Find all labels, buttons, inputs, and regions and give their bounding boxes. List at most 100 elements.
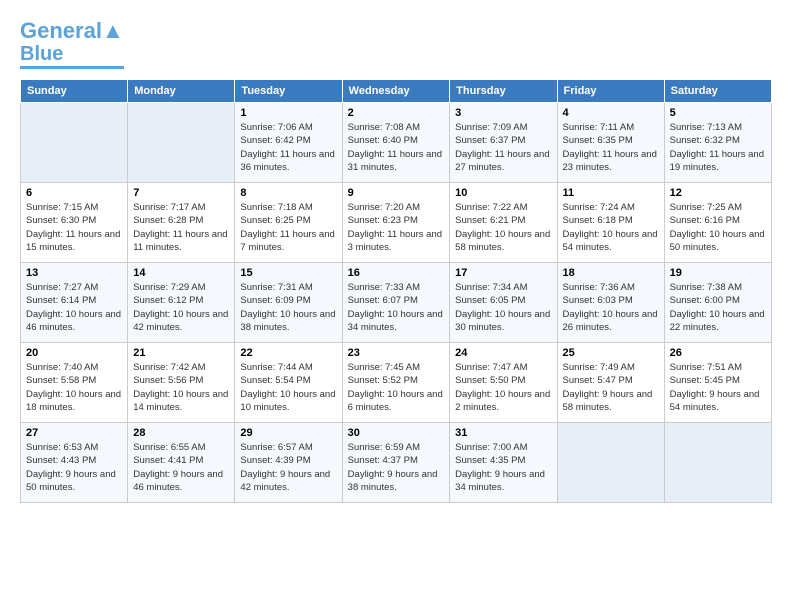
day-number: 23 [348, 347, 445, 359]
day-cell: 1 Sunrise: 7:06 AM Sunset: 6:42 PM Daylig… [235, 103, 342, 183]
day-cell: 29 Sunrise: 6:57 AM Sunset: 4:39 PM Dayli… [235, 423, 342, 503]
day-info: Sunrise: 7:36 AM Sunset: 6:03 PM Dayligh… [563, 281, 659, 334]
day-info: Sunrise: 7:40 AM Sunset: 5:58 PM Dayligh… [26, 361, 122, 414]
day-number: 30 [348, 427, 445, 439]
day-number: 16 [348, 267, 445, 279]
day-cell: 25 Sunrise: 7:49 AM Sunset: 5:47 PM Dayli… [557, 343, 664, 423]
day-info: Sunrise: 7:45 AM Sunset: 5:52 PM Dayligh… [348, 361, 445, 414]
day-cell: 6 Sunrise: 7:15 AM Sunset: 6:30 PM Daylig… [21, 183, 128, 263]
week-row-0: 1 Sunrise: 7:06 AM Sunset: 6:42 PM Daylig… [21, 103, 772, 183]
day-cell: 24 Sunrise: 7:47 AM Sunset: 5:50 PM Dayli… [450, 343, 557, 423]
day-number: 11 [563, 187, 659, 199]
day-info: Sunrise: 7:29 AM Sunset: 6:12 PM Dayligh… [133, 281, 229, 334]
day-number: 7 [133, 187, 229, 199]
day-info: Sunrise: 7:18 AM Sunset: 6:25 PM Dayligh… [240, 201, 336, 254]
day-number: 2 [348, 107, 445, 119]
day-cell: 21 Sunrise: 7:42 AM Sunset: 5:56 PM Dayli… [128, 343, 235, 423]
day-number: 26 [670, 347, 766, 359]
day-number: 8 [240, 187, 336, 199]
week-row-1: 6 Sunrise: 7:15 AM Sunset: 6:30 PM Daylig… [21, 183, 772, 263]
day-info: Sunrise: 6:53 AM Sunset: 4:43 PM Dayligh… [26, 441, 122, 494]
day-cell: 23 Sunrise: 7:45 AM Sunset: 5:52 PM Dayli… [342, 343, 450, 423]
day-info: Sunrise: 7:47 AM Sunset: 5:50 PM Dayligh… [455, 361, 551, 414]
logo-blue-accent: ▲ [102, 18, 124, 43]
day-cell [664, 423, 771, 503]
day-cell: 3Sunrise: 7:09 AM Sunset: 6:37 PM Daylig… [450, 103, 557, 183]
day-cell: 20 Sunrise: 7:40 AM Sunset: 5:58 PM Dayli… [21, 343, 128, 423]
day-number: 25 [563, 347, 659, 359]
day-info: Sunrise: 7:34 AM Sunset: 6:05 PM Dayligh… [455, 281, 551, 334]
day-cell: 4Sunrise: 7:11 AM Sunset: 6:35 PM Daylig… [557, 103, 664, 183]
day-info: Sunrise: 6:57 AM Sunset: 4:39 PM Dayligh… [240, 441, 336, 494]
day-number: 13 [26, 267, 122, 279]
day-number: 28 [133, 427, 229, 439]
day-number: 5 [670, 107, 766, 119]
week-row-4: 27Sunrise: 6:53 AM Sunset: 4:43 PM Dayli… [21, 423, 772, 503]
day-info: Sunrise: 7:11 AM Sunset: 6:35 PM Dayligh… [563, 121, 659, 174]
day-cell: 15 Sunrise: 7:31 AM Sunset: 6:09 PM Dayli… [235, 263, 342, 343]
calendar-header-row: SundayMondayTuesdayWednesdayThursdayFrid… [21, 80, 772, 103]
day-number: 14 [133, 267, 229, 279]
day-cell: 26 Sunrise: 7:51 AM Sunset: 5:45 PM Dayli… [664, 343, 771, 423]
week-row-2: 13 Sunrise: 7:27 AM Sunset: 6:14 PM Dayli… [21, 263, 772, 343]
day-info: Sunrise: 7:51 AM Sunset: 5:45 PM Dayligh… [670, 361, 766, 414]
day-cell [21, 103, 128, 183]
day-info: Sunrise: 7:31 AM Sunset: 6:09 PM Dayligh… [240, 281, 336, 334]
day-number: 22 [240, 347, 336, 359]
day-info: Sunrise: 7:00 AM Sunset: 4:35 PM Dayligh… [455, 441, 551, 494]
day-cell: 30 Sunrise: 6:59 AM Sunset: 4:37 PM Dayli… [342, 423, 450, 503]
header-wednesday: Wednesday [342, 80, 450, 103]
day-cell [128, 103, 235, 183]
day-info: Sunrise: 7:20 AM Sunset: 6:23 PM Dayligh… [348, 201, 445, 254]
day-cell: 11 Sunrise: 7:24 AM Sunset: 6:18 PM Dayli… [557, 183, 664, 263]
day-info: Sunrise: 7:08 AM Sunset: 6:40 PM Dayligh… [348, 121, 445, 174]
day-number: 3 [455, 107, 551, 119]
day-number: 20 [26, 347, 122, 359]
day-number: 19 [670, 267, 766, 279]
day-info: Sunrise: 6:55 AM Sunset: 4:41 PM Dayligh… [133, 441, 229, 494]
day-info: Sunrise: 7:25 AM Sunset: 6:16 PM Dayligh… [670, 201, 766, 254]
day-info: Sunrise: 7:22 AM Sunset: 6:21 PM Dayligh… [455, 201, 551, 254]
day-number: 29 [240, 427, 336, 439]
day-info: Sunrise: 7:06 AM Sunset: 6:42 PM Dayligh… [240, 121, 336, 174]
header-tuesday: Tuesday [235, 80, 342, 103]
header-thursday: Thursday [450, 80, 557, 103]
day-number: 24 [455, 347, 551, 359]
day-info: Sunrise: 7:24 AM Sunset: 6:18 PM Dayligh… [563, 201, 659, 254]
header-saturday: Saturday [664, 80, 771, 103]
day-cell: 9Sunrise: 7:20 AM Sunset: 6:23 PM Daylig… [342, 183, 450, 263]
day-info: Sunrise: 7:27 AM Sunset: 6:14 PM Dayligh… [26, 281, 122, 334]
day-cell: 27Sunrise: 6:53 AM Sunset: 4:43 PM Dayli… [21, 423, 128, 503]
day-cell: 14 Sunrise: 7:29 AM Sunset: 6:12 PM Dayli… [128, 263, 235, 343]
day-number: 12 [670, 187, 766, 199]
logo-text: General▲ Blue [20, 20, 124, 64]
day-number: 21 [133, 347, 229, 359]
day-number: 31 [455, 427, 551, 439]
day-info: Sunrise: 7:13 AM Sunset: 6:32 PM Dayligh… [670, 121, 766, 174]
day-number: 15 [240, 267, 336, 279]
calendar: SundayMondayTuesdayWednesdayThursdayFrid… [20, 79, 772, 503]
logo: General▲ Blue [20, 20, 124, 69]
day-cell: 31 Sunrise: 7:00 AM Sunset: 4:35 PM Dayli… [450, 423, 557, 503]
day-cell: 7 Sunrise: 7:17 AM Sunset: 6:28 PM Daylig… [128, 183, 235, 263]
day-info: Sunrise: 6:59 AM Sunset: 4:37 PM Dayligh… [348, 441, 445, 494]
logo-underline [20, 66, 124, 69]
day-info: Sunrise: 7:42 AM Sunset: 5:56 PM Dayligh… [133, 361, 229, 414]
day-cell [557, 423, 664, 503]
day-number: 17 [455, 267, 551, 279]
day-info: Sunrise: 7:49 AM Sunset: 5:47 PM Dayligh… [563, 361, 659, 414]
day-cell: 17 Sunrise: 7:34 AM Sunset: 6:05 PM Dayli… [450, 263, 557, 343]
day-info: Sunrise: 7:15 AM Sunset: 6:30 PM Dayligh… [26, 201, 122, 254]
day-number: 6 [26, 187, 122, 199]
day-info: Sunrise: 7:17 AM Sunset: 6:28 PM Dayligh… [133, 201, 229, 254]
logo-general: General [20, 18, 102, 43]
day-cell: 12 Sunrise: 7:25 AM Sunset: 6:16 PM Dayli… [664, 183, 771, 263]
header-monday: Monday [128, 80, 235, 103]
day-cell: 13 Sunrise: 7:27 AM Sunset: 6:14 PM Dayli… [21, 263, 128, 343]
header-sunday: Sunday [21, 80, 128, 103]
day-cell: 18Sunrise: 7:36 AM Sunset: 6:03 PM Dayli… [557, 263, 664, 343]
logo-blue: Blue [20, 43, 63, 65]
day-number: 1 [240, 107, 336, 119]
day-number: 10 [455, 187, 551, 199]
day-cell: 28 Sunrise: 6:55 AM Sunset: 4:41 PM Dayli… [128, 423, 235, 503]
